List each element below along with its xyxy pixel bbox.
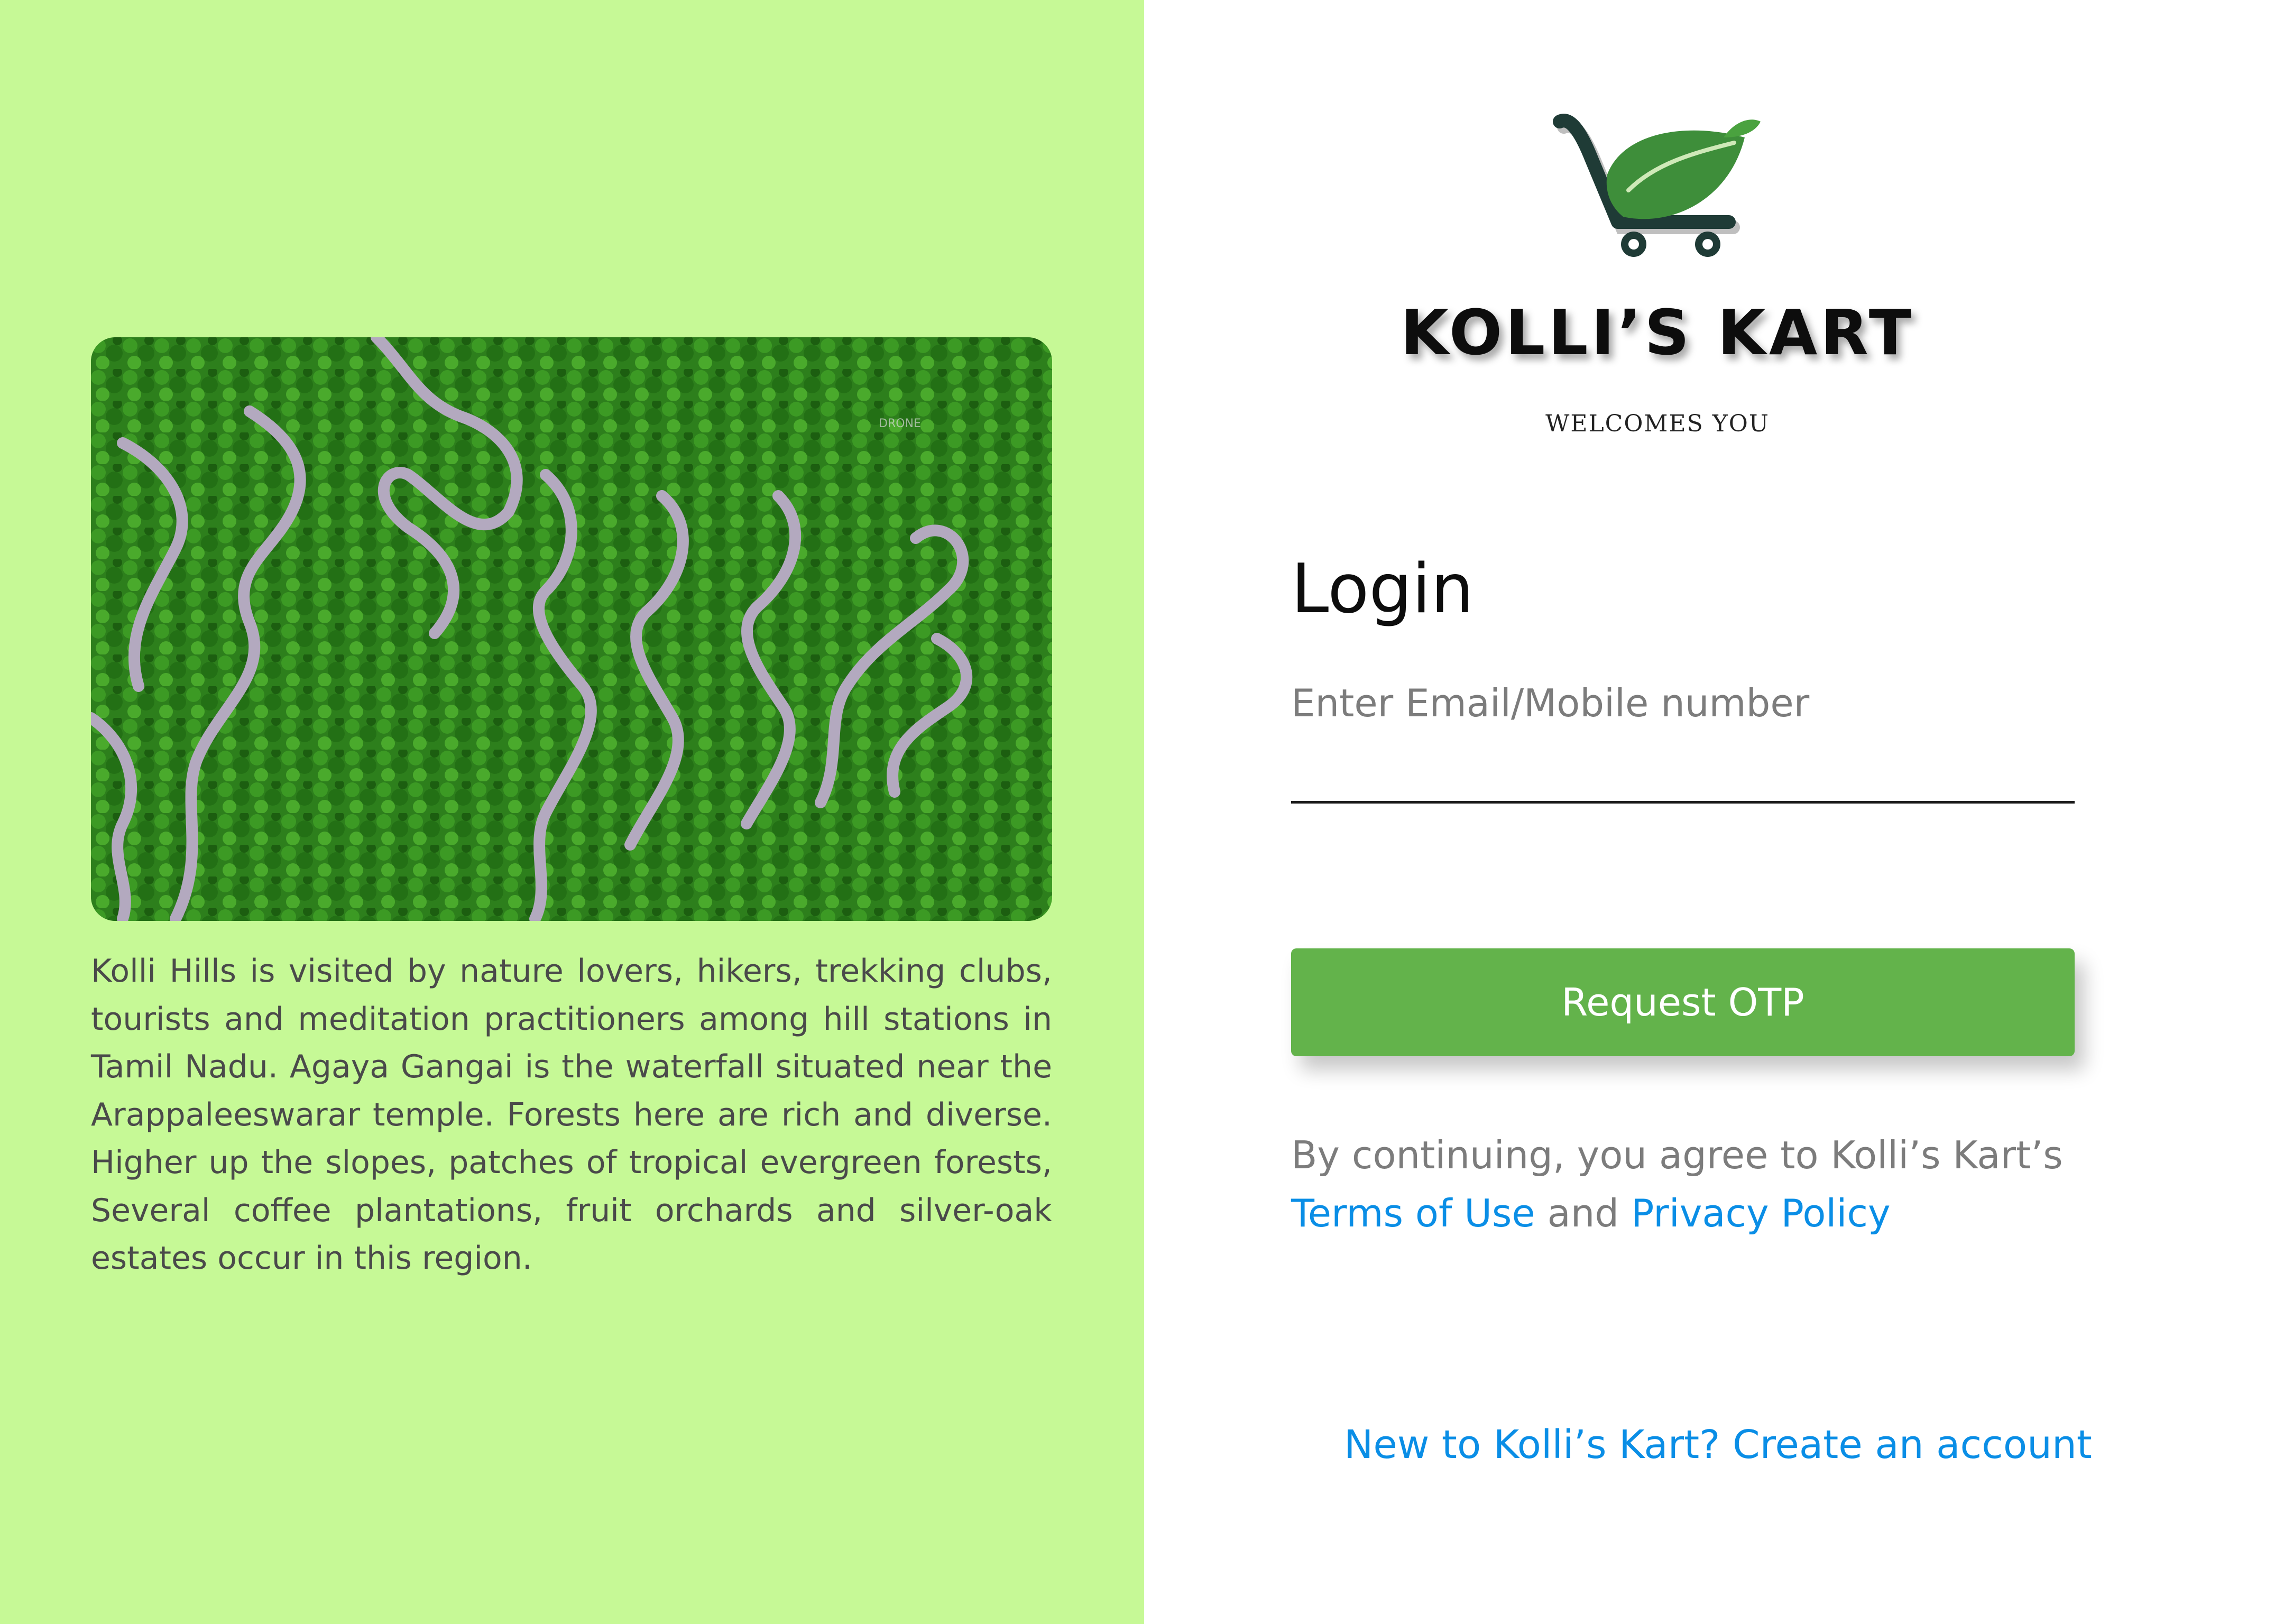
login-title: Login bbox=[1291, 550, 1474, 629]
consent-text: By continuing, you agree to Kolli’s Kart… bbox=[1291, 1126, 2116, 1242]
region-description: Kolli Hills is visited by nature lovers,… bbox=[91, 953, 1052, 1277]
terms-of-use-link[interactable]: Terms of Use bbox=[1291, 1191, 1535, 1235]
image-watermark: DRONE bbox=[879, 417, 921, 430]
brand-name: KOLLI’S KART bbox=[1400, 296, 1915, 369]
hero-image: DRONE bbox=[91, 337, 1052, 921]
privacy-policy-link[interactable]: Privacy Policy bbox=[1631, 1191, 1891, 1235]
email-mobile-input[interactable] bbox=[1291, 740, 2075, 804]
consent-prefix: By continuing, you agree to Kolli’s Kart… bbox=[1291, 1133, 2063, 1177]
leaf-cart-icon bbox=[1549, 100, 1771, 275]
brand-tagline: WELCOMES YOU bbox=[1545, 410, 1770, 437]
create-account-link[interactable]: New to Kolli’s Kart? Create an account bbox=[1344, 1422, 2092, 1468]
consent-and: and bbox=[1535, 1191, 1631, 1235]
email-label: Enter Email/Mobile number bbox=[1291, 681, 1810, 725]
request-otp-button[interactable]: Request OTP bbox=[1291, 948, 2075, 1056]
